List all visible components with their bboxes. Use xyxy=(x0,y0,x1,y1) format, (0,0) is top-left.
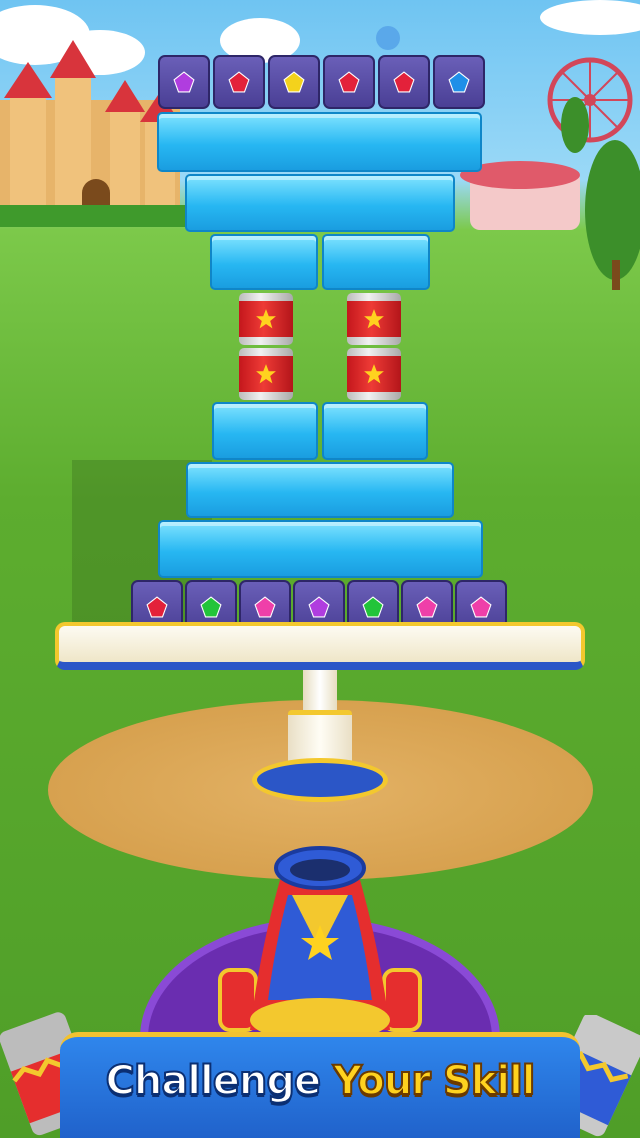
cannon-icon[interactable] xyxy=(180,840,460,1040)
star-icon xyxy=(364,309,384,329)
gem-icon xyxy=(308,596,330,618)
can-block[interactable] xyxy=(347,348,401,400)
ice-block[interactable] xyxy=(157,112,482,172)
gem-block[interactable] xyxy=(268,55,320,109)
gem-icon xyxy=(416,596,438,618)
ice-block[interactable] xyxy=(322,234,430,290)
gem-icon xyxy=(173,71,195,93)
gem-icon xyxy=(228,71,250,93)
gem-icon xyxy=(338,71,360,93)
banner-word-white: Challenge xyxy=(104,1057,322,1105)
gem-icon xyxy=(470,596,492,618)
banner-title: Challenge Your Skill xyxy=(0,1057,640,1105)
ice-block[interactable] xyxy=(212,402,318,460)
gem-icon xyxy=(146,596,168,618)
ice-block[interactable] xyxy=(210,234,318,290)
gem-icon xyxy=(283,71,305,93)
ice-block[interactable] xyxy=(158,520,483,578)
can-block[interactable] xyxy=(347,293,401,345)
star-icon xyxy=(256,364,276,384)
gem-block[interactable] xyxy=(433,55,485,109)
gem-block[interactable] xyxy=(158,55,210,109)
gem-icon xyxy=(393,71,415,93)
banner-word-yellow: Your Skill xyxy=(332,1057,536,1105)
gem-icon xyxy=(200,596,222,618)
platform-pole xyxy=(303,670,337,715)
game-scene: Challenge Your Skill xyxy=(0,0,640,1138)
ice-block[interactable] xyxy=(185,174,455,232)
platform-foot xyxy=(252,758,388,802)
can-block[interactable] xyxy=(239,348,293,400)
can-block[interactable] xyxy=(239,293,293,345)
gem-icon xyxy=(448,71,470,93)
gem-block[interactable] xyxy=(323,55,375,109)
gem-icon xyxy=(362,596,384,618)
platform-table xyxy=(55,622,585,670)
ice-block[interactable] xyxy=(322,402,428,460)
ice-block[interactable] xyxy=(186,462,454,518)
star-icon xyxy=(256,309,276,329)
star-icon xyxy=(364,364,384,384)
gem-icon xyxy=(254,596,276,618)
gem-block[interactable] xyxy=(213,55,265,109)
gem-block[interactable] xyxy=(378,55,430,109)
